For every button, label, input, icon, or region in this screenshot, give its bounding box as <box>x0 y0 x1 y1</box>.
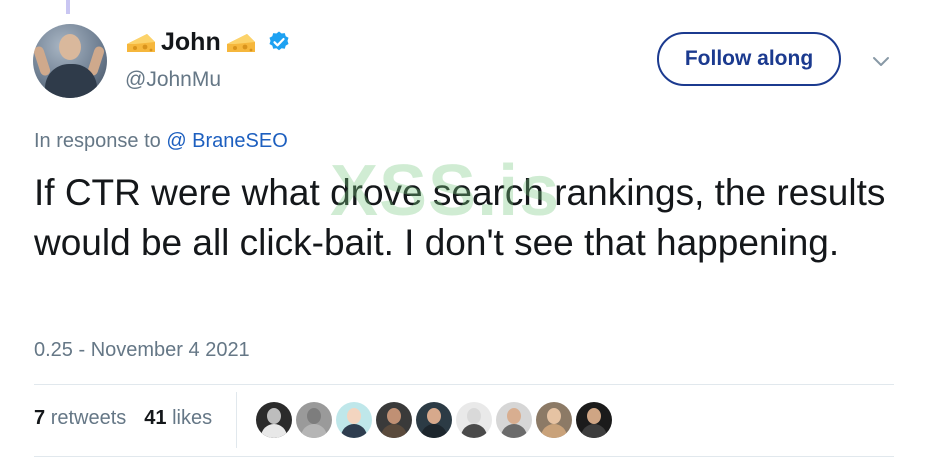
liker-avatar-shoulders <box>381 424 407 438</box>
liker-avatar-face <box>587 408 601 424</box>
liker-avatar[interactable] <box>536 402 572 438</box>
reply-context: In response to @ BraneSEO <box>34 130 288 153</box>
tweet-text: If CTR were what drove search rankings, … <box>34 172 886 263</box>
verified-badge-icon <box>267 30 291 54</box>
tweet-timestamp[interactable]: 0.25 - November 4 2021 <box>34 339 250 362</box>
liker-avatar-shoulders <box>261 424 287 438</box>
liker-avatar-shoulders <box>581 424 607 438</box>
avatar-head <box>59 34 81 60</box>
liker-avatar-face <box>467 408 481 424</box>
liker-avatar[interactable] <box>576 402 612 438</box>
cheese-wedge-icon <box>225 30 257 54</box>
divider <box>34 456 894 457</box>
liker-avatar-face <box>387 408 401 424</box>
stats-separator <box>236 392 237 448</box>
author-display-name[interactable]: John <box>161 28 221 57</box>
thread-connector-line <box>66 0 70 14</box>
liker-avatar[interactable] <box>456 402 492 438</box>
liker-avatar-face <box>347 408 361 424</box>
likes-stat[interactable]: 41 likes <box>144 407 212 430</box>
author-handle[interactable]: @JohnMu <box>125 68 221 92</box>
liker-avatar-shoulders <box>301 424 327 438</box>
liker-avatar[interactable] <box>416 402 452 438</box>
liker-avatar-shoulders <box>541 424 567 438</box>
liker-avatars <box>256 402 612 438</box>
liker-avatar-face <box>547 408 561 424</box>
liker-avatar[interactable] <box>496 402 532 438</box>
likes-count: 41 <box>144 407 167 429</box>
retweets-stat[interactable]: 7 retweets <box>34 407 126 430</box>
liker-avatar-face <box>307 408 321 424</box>
reply-mention-link[interactable]: @ BraneSEO <box>166 130 287 152</box>
liker-avatar[interactable] <box>336 402 372 438</box>
chevron-down-icon[interactable] <box>870 52 892 70</box>
liker-avatar-shoulders <box>501 424 527 438</box>
follow-button[interactable]: Follow along <box>657 32 841 86</box>
retweets-count: 7 <box>34 407 46 429</box>
reply-prefix: In response to <box>34 130 161 152</box>
liker-avatar-shoulders <box>341 424 367 438</box>
liker-avatar[interactable] <box>376 402 412 438</box>
liker-avatar-shoulders <box>421 424 447 438</box>
retweets-label: retweets <box>50 407 127 429</box>
liker-avatar-face <box>507 408 521 424</box>
author-name-row[interactable]: John <box>125 26 291 58</box>
cheese-wedge-icon <box>125 30 157 54</box>
author-avatar[interactable] <box>33 24 107 98</box>
liker-avatar-face <box>427 408 441 424</box>
liker-avatar[interactable] <box>296 402 332 438</box>
avatar-arm-left <box>33 45 52 77</box>
divider <box>34 384 894 385</box>
liker-avatar[interactable] <box>256 402 292 438</box>
tweet-stats: 7 retweets 41 likes <box>34 407 212 430</box>
liker-avatar-face <box>267 408 281 424</box>
likes-label: likes <box>172 407 213 429</box>
liker-avatar-shoulders <box>461 424 487 438</box>
